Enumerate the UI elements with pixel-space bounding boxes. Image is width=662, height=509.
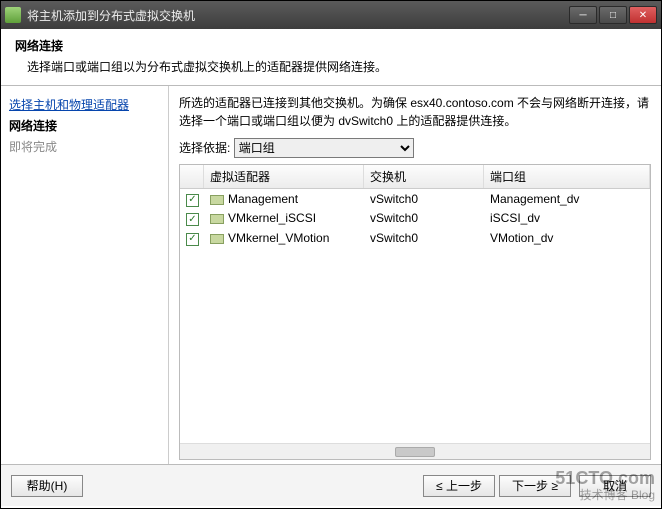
cell-adapter: Management xyxy=(228,192,298,206)
horizontal-scrollbar[interactable] xyxy=(180,443,650,459)
cell-portgroup: iSCSI_dv xyxy=(484,210,650,226)
cell-portgroup: Management_dv xyxy=(484,191,650,207)
grid-header: 虚拟适配器 交换机 端口组 xyxy=(180,165,650,189)
nic-icon xyxy=(210,234,224,244)
page-title: 网络连接 xyxy=(15,37,647,54)
titlebar: 将主机添加到分布式虚拟交换机 ─ □ ✕ xyxy=(1,1,661,29)
wizard-footer: 帮助(H) ≤ 上一步 下一步 ≥ 取消 xyxy=(1,464,661,506)
table-row[interactable]: Management vSwitch0 Management_dv xyxy=(180,189,650,209)
window-buttons: ─ □ ✕ xyxy=(569,6,657,24)
select-by-row: 选择依据: 端口组 xyxy=(179,138,651,158)
cell-portgroup: VMotion_dv xyxy=(484,230,650,246)
col-portgroup[interactable]: 端口组 xyxy=(484,165,650,188)
select-by-dropdown[interactable]: 端口组 xyxy=(234,138,414,158)
app-icon xyxy=(5,7,21,23)
cell-switch: vSwitch0 xyxy=(364,230,484,246)
close-button[interactable]: ✕ xyxy=(629,6,657,24)
step-ready-complete: 即将完成 xyxy=(9,138,160,155)
cell-switch: vSwitch0 xyxy=(364,191,484,207)
nic-icon xyxy=(210,195,224,205)
col-checkbox xyxy=(180,165,204,188)
page-subtitle: 选择端口或端口组以为分布式虚拟交换机上的适配器提供网络连接。 xyxy=(15,58,647,75)
adapter-grid: 虚拟适配器 交换机 端口组 Management vSwitch0 Manage… xyxy=(179,164,651,460)
table-row[interactable]: VMkernel_VMotion vSwitch0 VMotion_dv xyxy=(180,228,650,248)
row-checkbox[interactable] xyxy=(186,213,199,226)
info-text: 所选的适配器已连接到其他交换机。为确保 esx40.contoso.com 不会… xyxy=(179,94,651,130)
cancel-button[interactable]: 取消 xyxy=(579,475,651,497)
cell-adapter: VMkernel_VMotion xyxy=(228,231,329,245)
row-checkbox[interactable] xyxy=(186,233,199,246)
content-area: 所选的适配器已连接到其他交换机。为确保 esx40.contoso.com 不会… xyxy=(169,86,661,464)
help-button[interactable]: 帮助(H) xyxy=(11,475,83,497)
col-switch[interactable]: 交换机 xyxy=(364,165,484,188)
cell-switch: vSwitch0 xyxy=(364,210,484,226)
select-by-label: 选择依据: xyxy=(179,141,230,155)
scrollbar-thumb[interactable] xyxy=(395,447,435,457)
next-button[interactable]: 下一步 ≥ xyxy=(499,475,571,497)
cell-adapter: VMkernel_iSCSI xyxy=(228,211,316,225)
window-title: 将主机添加到分布式虚拟交换机 xyxy=(27,7,569,24)
maximize-button[interactable]: □ xyxy=(599,6,627,24)
wizard-steps: 选择主机和物理适配器 网络连接 即将完成 xyxy=(1,86,169,464)
step-select-host[interactable]: 选择主机和物理适配器 xyxy=(9,96,160,113)
wizard-header: 网络连接 选择端口或端口组以为分布式虚拟交换机上的适配器提供网络连接。 xyxy=(1,29,661,86)
step-network-connection: 网络连接 xyxy=(9,117,160,134)
col-adapter[interactable]: 虚拟适配器 xyxy=(204,165,364,188)
nic-icon xyxy=(210,214,224,224)
minimize-button[interactable]: ─ xyxy=(569,6,597,24)
grid-body: Management vSwitch0 Management_dv VMkern… xyxy=(180,189,650,248)
back-button[interactable]: ≤ 上一步 xyxy=(423,475,495,497)
table-row[interactable]: VMkernel_iSCSI vSwitch0 iSCSI_dv xyxy=(180,209,650,229)
row-checkbox[interactable] xyxy=(186,194,199,207)
